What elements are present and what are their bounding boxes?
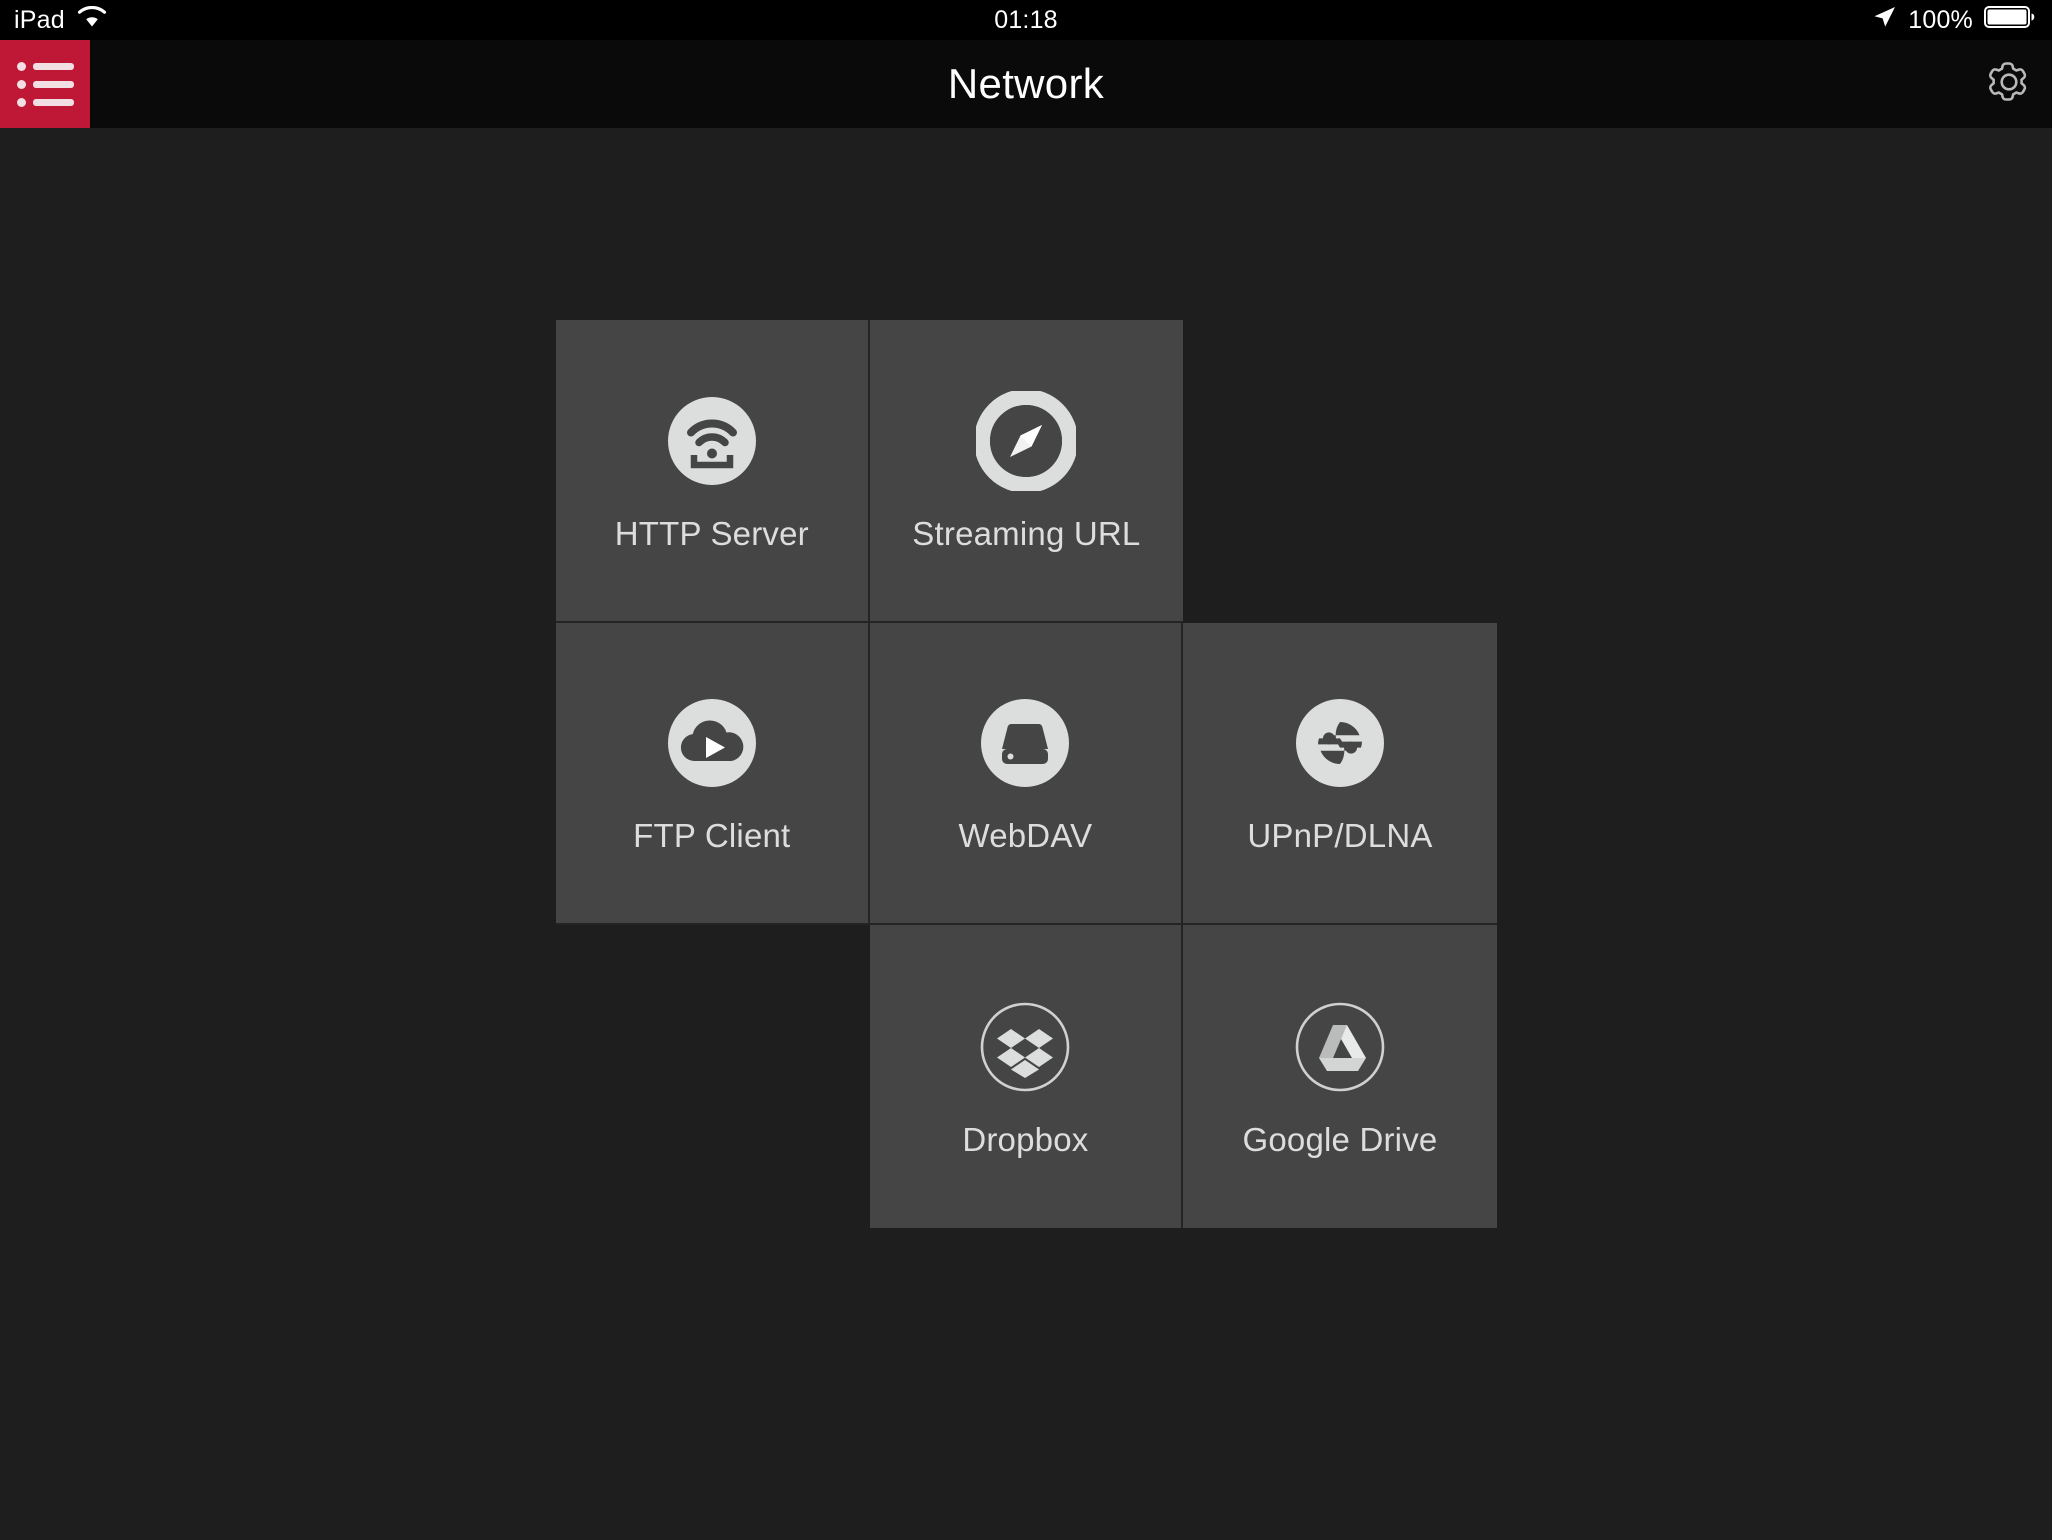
tile-ftp-client[interactable]: FTP Client xyxy=(556,622,870,926)
clock-label: 01:18 xyxy=(994,5,1058,34)
tile-label: Streaming URL xyxy=(912,514,1141,552)
tile-google-drive[interactable]: Google Drive xyxy=(1183,925,1497,1228)
battery-full-icon xyxy=(1984,4,2036,37)
tile-empty-r1c3 xyxy=(1183,320,1497,623)
tile-label: FTP Client xyxy=(633,817,791,855)
battery-percent-label: 100% xyxy=(1908,5,1973,34)
status-bar-right: 100% xyxy=(1871,4,2036,37)
dropbox-icon xyxy=(975,997,1075,1097)
service-tile-grid: HTTP Server Streaming URL FTP Client Web… xyxy=(556,320,1497,1228)
compass-icon xyxy=(976,390,1077,491)
tile-webdav[interactable]: WebDAV xyxy=(869,622,1184,926)
tile-label: Google Drive xyxy=(1242,1120,1438,1158)
tile-http-server[interactable]: HTTP Server xyxy=(556,320,870,623)
network-share-icon xyxy=(1290,693,1390,793)
tile-empty-r3c1 xyxy=(556,925,870,1228)
settings-button[interactable] xyxy=(1984,40,2034,128)
wifi-router-icon xyxy=(662,391,762,491)
tile-label: WebDAV xyxy=(958,817,1093,855)
cloud-play-icon xyxy=(662,693,762,793)
page-title: Network xyxy=(947,60,1105,107)
tile-label: UPnP/DLNA xyxy=(1247,817,1433,855)
tile-streaming-url[interactable]: Streaming URL xyxy=(869,320,1184,623)
navigation-bar: Network xyxy=(0,40,2052,128)
gear-icon xyxy=(1984,57,2034,112)
tile-label: Dropbox xyxy=(962,1120,1089,1158)
tile-label: HTTP Server xyxy=(614,514,809,552)
tile-dropbox[interactable]: Dropbox xyxy=(869,925,1184,1228)
hard-drive-icon xyxy=(975,693,1075,793)
status-bar: iPad 01:18 100% xyxy=(0,0,2052,40)
google-drive-icon xyxy=(1290,997,1390,1097)
location-arrow-icon xyxy=(1871,4,1897,37)
tile-upnp-dlna[interactable]: UPnP/DLNA xyxy=(1183,622,1497,926)
